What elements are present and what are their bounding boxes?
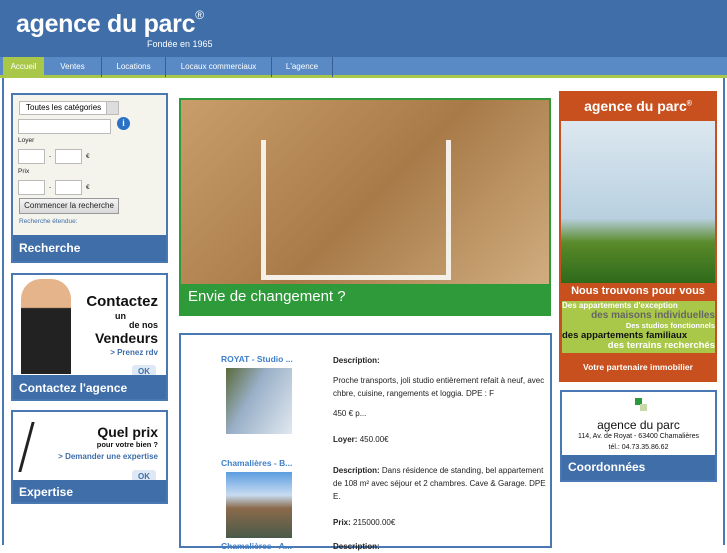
listing-description: Proche transports, joli studio entièreme…: [333, 376, 545, 398]
listings-panel: ROYAT - Studio ... Description: Proche t…: [179, 333, 552, 551]
house-frame-image: [261, 140, 451, 280]
loyer-label: Loyer: [18, 137, 35, 144]
agency-name: agence du parc: [597, 418, 680, 432]
nav-accueil[interactable]: Accueil: [3, 57, 44, 77]
dash: -: [49, 184, 52, 191]
prix-max-input[interactable]: [55, 180, 82, 195]
listing-title[interactable]: Chamalières - A...: [221, 541, 292, 551]
listing-title[interactable]: Chamalières - B...: [221, 458, 292, 468]
euro-label: €: [86, 153, 90, 160]
description-label: Description:: [333, 356, 380, 365]
tagline: Fondée en 1965: [147, 39, 213, 49]
nav-locations[interactable]: Locations: [102, 57, 166, 77]
euro-label: €: [86, 184, 90, 191]
hero-caption: Envie de changement ?: [181, 284, 549, 314]
category-select[interactable]: Toutes les catégories: [19, 101, 119, 115]
promo-line: Vendeurs: [94, 330, 158, 346]
ad-headline: Nous trouvons pour vous: [571, 285, 705, 297]
contact-banner[interactable]: Contactez un de nos Vendeurs > Prenez rd…: [11, 273, 168, 401]
logo-text: agence du parc: [16, 10, 196, 38]
coords-title: Coordonnées: [562, 455, 715, 480]
info-icon[interactable]: i: [117, 117, 130, 130]
contact-info-panel: agence du parc 114, Av. de Royat - 63400…: [560, 390, 717, 482]
keyword-input[interactable]: [18, 119, 111, 134]
expertise-link[interactable]: > Demander une expertise: [13, 452, 166, 461]
prix-min-input[interactable]: [18, 180, 45, 195]
site-logo[interactable]: agence du parc®: [16, 8, 204, 39]
listing-thumbnail[interactable]: [226, 368, 292, 434]
logo-square-icon: [640, 404, 647, 411]
listing-price: 450.00€: [359, 435, 389, 444]
promo-line: Contactez: [86, 293, 158, 310]
ad-line: des maisons individuelles: [591, 310, 715, 321]
registered-mark: ®: [686, 100, 692, 108]
listing-extra: 450 € p...: [333, 409, 367, 418]
nav-ventes[interactable]: Ventes: [44, 57, 102, 77]
appointment-link[interactable]: > Prenez rdv: [13, 348, 166, 357]
main-nav: Accueil Ventes Locations Locaux commerci…: [0, 57, 727, 78]
loyer-max-input[interactable]: [55, 149, 82, 164]
promo-line: Quel prix: [97, 424, 158, 440]
chevron-down-icon: [106, 102, 118, 114]
contact-title: Contactez l'agence: [13, 375, 166, 399]
search-title: Recherche: [13, 235, 166, 261]
loyer-min-input[interactable]: [18, 149, 45, 164]
family-photo: [561, 121, 715, 283]
price-label: Loyer:: [333, 435, 358, 444]
ad-footer: Votre partenaire immobilier: [583, 362, 693, 372]
extended-search-link[interactable]: Recherche étendue:: [19, 218, 78, 225]
description-label: Description:: [333, 542, 380, 551]
listing-thumbnail[interactable]: [226, 472, 292, 538]
search-button[interactable]: Commencer la recherche: [19, 198, 119, 214]
nav-locaux-commerciaux[interactable]: Locaux commerciaux: [166, 57, 272, 77]
prix-label: Prix: [18, 168, 30, 175]
expertise-banner[interactable]: Quel prix pour votre bien ? > Demander u…: [11, 410, 168, 504]
price-label: Prix:: [333, 518, 351, 527]
agency-address: 114, Av. de Royat - 63400 Chamalières: [577, 433, 700, 440]
listing-title[interactable]: ROYAT - Studio ...: [221, 354, 293, 364]
category-value: Toutes les catégories: [26, 103, 102, 112]
site-header: agence du parc® Fondée en 1965: [0, 0, 727, 57]
promo-line: de nos: [128, 320, 158, 330]
search-panel: Toutes les catégories i Loyer - € Prix -…: [11, 93, 168, 263]
promo-line: pour votre bien ?: [96, 440, 158, 449]
listing-price: 215000.00€: [353, 518, 396, 527]
description-label: Description:: [333, 466, 380, 475]
ad-logo: agence du parc®: [559, 98, 717, 114]
ad-logo-text: agence du parc: [584, 98, 687, 114]
ad-list: Des appartements d'exception des maisons…: [562, 301, 715, 353]
ad-line: des terrains recherchés: [607, 340, 715, 351]
hero-banner[interactable]: Envie de changement ?: [179, 98, 551, 316]
expertise-title: Expertise: [13, 480, 166, 502]
agency-ad-banner[interactable]: agence du parc® Nous trouvons pour vous …: [559, 91, 717, 382]
agency-phone: tél.: 04.73.35.86.62: [608, 444, 669, 451]
dash: -: [49, 153, 52, 160]
registered-mark: ®: [195, 8, 204, 22]
nav-agence[interactable]: L'agence: [272, 57, 333, 77]
